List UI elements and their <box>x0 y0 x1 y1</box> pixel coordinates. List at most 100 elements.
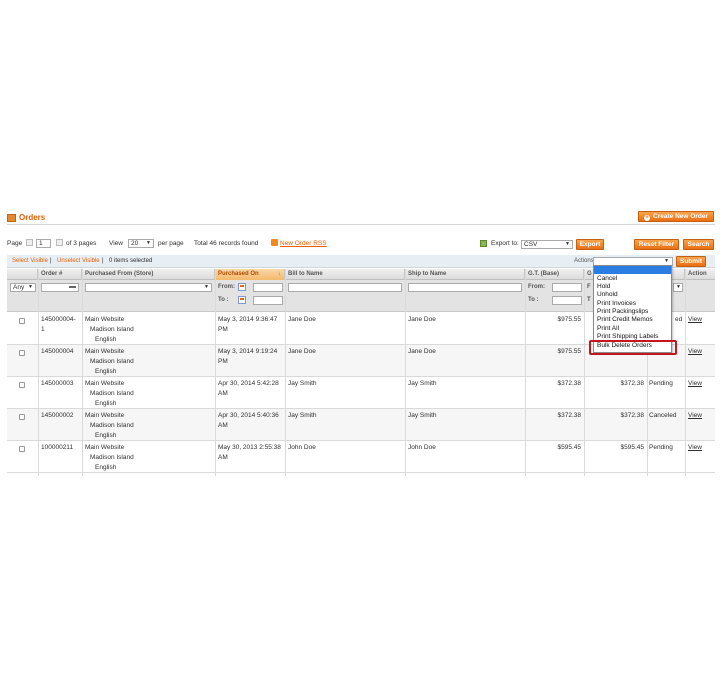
massaction-separator: | <box>102 258 104 264</box>
export-format-value: CSV <box>524 241 538 248</box>
order-status: Pending <box>649 444 673 451</box>
bill-to-name: Jane Doe <box>288 316 316 323</box>
col-purchased-on-header[interactable]: Purchased On ↓ <box>215 269 285 280</box>
col-ship-to-header[interactable]: Ship to Name <box>405 269 525 280</box>
calendar-icon[interactable] <box>238 296 246 304</box>
per-page-select[interactable]: 20 ▼ <box>128 239 154 248</box>
order-number-filter[interactable] <box>41 283 79 292</box>
row-checkbox[interactable] <box>19 414 25 420</box>
action-option-unhold[interactable]: Unhold <box>597 291 618 299</box>
purchased-from-input[interactable] <box>253 283 283 292</box>
order-number: 100000211 <box>41 444 74 451</box>
action-option-print-credit-memos[interactable]: Print Credit Memos <box>597 316 653 324</box>
store-filter-select[interactable]: ▼ <box>85 283 212 292</box>
export-button[interactable]: Export <box>576 239 604 250</box>
order-number: 145000003 <box>41 380 74 387</box>
gt-base-from-input[interactable] <box>552 283 582 292</box>
page-title: Orders <box>19 213 46 222</box>
row-checkbox[interactable] <box>19 350 25 356</box>
unselect-visible-link[interactable]: Unselect Visible <box>57 255 100 268</box>
view-label: View <box>109 240 123 247</box>
gt-base-from-label: From: <box>528 284 545 290</box>
export-button-label: Export <box>579 241 601 248</box>
order-status: ed <box>675 316 683 323</box>
purchased-from: Main Website Madison Island English <box>85 412 134 439</box>
ship-to-name: Jay Smith <box>408 380 437 387</box>
page-header: Orders <box>7 212 715 228</box>
table-row[interactable]: 100000211 Main Website Madison Island Engl… <box>7 441 715 473</box>
massaction-separator: | <box>50 258 52 264</box>
column-divider <box>215 269 216 476</box>
page-number-input[interactable]: 1 <box>36 239 51 248</box>
massaction-any-select[interactable]: Any ▼ <box>10 283 36 292</box>
action-option-print-invoices[interactable]: Print Invoices <box>597 300 636 308</box>
order-status: Pending <box>649 380 673 387</box>
col-purchased-from-header[interactable]: Purchased From (Store) <box>82 269 215 280</box>
export-format-select[interactable]: CSV ▼ <box>521 240 573 249</box>
column-divider <box>685 269 686 476</box>
column-divider <box>584 269 585 476</box>
reset-filter-label: Reset Filter <box>638 241 675 248</box>
row-checkbox[interactable] <box>19 446 25 452</box>
col-order-header[interactable]: Order # <box>38 269 82 280</box>
chevron-down-icon: ▼ <box>204 284 209 290</box>
view-order-link[interactable]: View <box>688 347 702 357</box>
select-visible-link[interactable]: Select Visible <box>12 255 48 268</box>
filter-icon <box>69 286 76 292</box>
gt-purchased-to-label: T <box>587 297 591 303</box>
purchased-from-label: From: <box>218 284 235 290</box>
col-gt-base-header[interactable]: G.T. (Base) <box>525 269 584 280</box>
chevron-down-icon: ▼ <box>565 241 570 247</box>
ship-to-name: John Doe <box>408 444 436 451</box>
purchased-on: May 3, 2014 9:19:24 PM <box>218 348 278 365</box>
gt-base: $372.38 <box>557 412 582 419</box>
table-row[interactable]: 145000003 Main Website Madison Island Engl… <box>7 377 715 409</box>
col-checkbox-header <box>7 269 38 280</box>
action-option-cancel[interactable]: Cancel <box>597 275 617 283</box>
gt-purchased: $595.45 <box>620 444 645 451</box>
purchased-to-input[interactable] <box>253 296 283 305</box>
gt-base: $372.38 <box>557 380 582 387</box>
table-row[interactable]: 145000002 Main Website Madison Island Engl… <box>7 409 715 441</box>
chevron-down-icon: ▼ <box>28 284 33 290</box>
view-order-link[interactable]: View <box>688 315 702 325</box>
dropdown-selected-blank-option[interactable] <box>594 266 671 274</box>
gt-base-to-label: To : <box>528 297 539 303</box>
action-option-hold[interactable]: Hold <box>597 283 610 291</box>
create-new-order-button[interactable]: + Create New Order <box>638 211 714 222</box>
search-button[interactable]: Search <box>683 239 714 250</box>
title-divider <box>7 224 715 225</box>
submit-button[interactable]: Submit <box>676 256 706 267</box>
gt-purchased: $372.38 <box>620 412 645 419</box>
view-order-link[interactable]: View <box>688 379 702 389</box>
chevron-down-icon: ▼ <box>146 240 151 246</box>
gt-base-to-input[interactable] <box>552 296 582 305</box>
rss-icon <box>271 239 278 246</box>
view-order-link[interactable]: View <box>688 411 702 421</box>
ship-to-filter[interactable] <box>408 283 522 292</box>
total-records: Total 46 records found <box>194 240 259 247</box>
view-order-link[interactable]: View <box>688 443 702 453</box>
column-divider <box>38 269 39 476</box>
plus-icon: + <box>644 215 651 221</box>
next-page-arrow-icon[interactable] <box>56 239 63 246</box>
prev-page-arrow-icon[interactable] <box>26 239 33 246</box>
bill-to-filter[interactable] <box>288 283 402 292</box>
reset-filter-button[interactable]: Reset Filter <box>634 239 679 250</box>
any-value: Any <box>13 284 25 291</box>
chevron-down-icon: ▼ <box>664 258 669 264</box>
gt-purchased-from-label: F <box>587 284 591 290</box>
row-checkbox[interactable] <box>19 318 25 324</box>
col-bill-to-header[interactable]: Bill to Name <box>285 269 405 280</box>
action-option-print-all[interactable]: Print All <box>597 325 619 333</box>
purchased-on: May 3, 2014 9:36:47 PM <box>218 316 278 333</box>
export-label: Export to: <box>491 240 519 247</box>
orders-grid-page: Orders + Create New Order Page 1 of 3 pag… <box>0 208 725 478</box>
order-number: 145000002 <box>41 412 74 419</box>
per-page-value: 20 <box>131 240 139 247</box>
calendar-icon[interactable] <box>238 283 246 291</box>
action-option-print-packingslips[interactable]: Print Packingslips <box>597 308 648 316</box>
status-filter-select[interactable]: ▼ <box>673 283 683 292</box>
row-checkbox[interactable] <box>19 382 25 388</box>
new-order-rss-link[interactable]: New Order RSS <box>280 239 327 249</box>
